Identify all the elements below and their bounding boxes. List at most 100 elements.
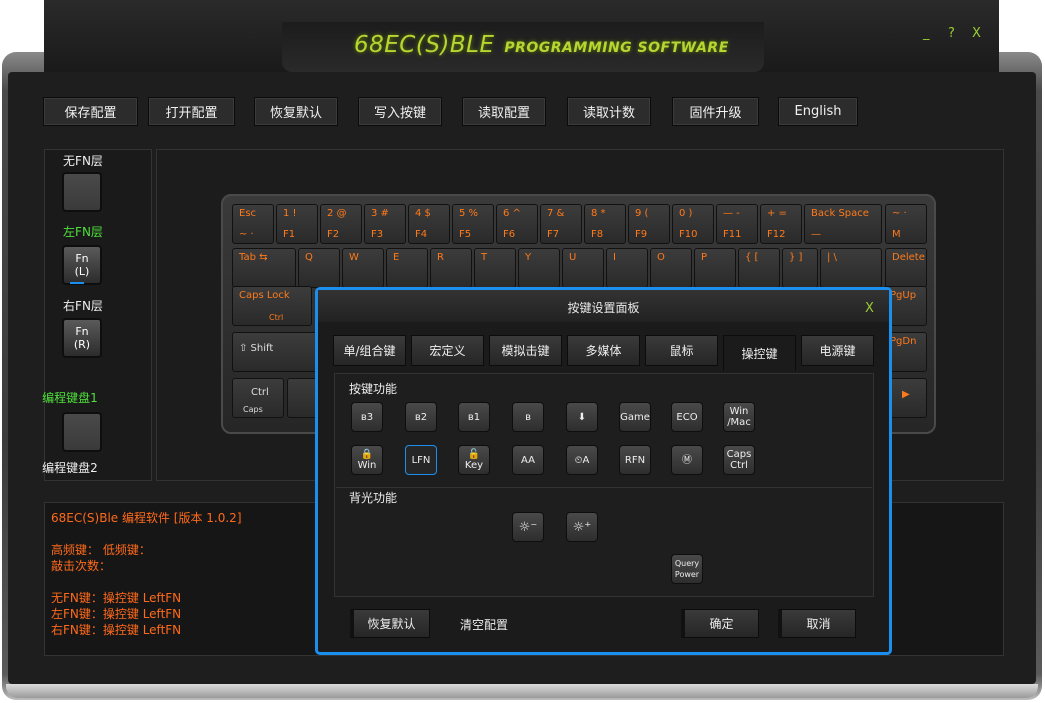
save-config-button[interactable]: 保存配置 — [43, 97, 138, 126]
key-label: Q — [305, 252, 313, 263]
row2-key-9[interactable]: O — [650, 248, 692, 288]
row1-key-10[interactable]: 0 ) F10 — [672, 204, 714, 244]
row1-key-12[interactable]: + = F12 — [760, 204, 802, 244]
key-label: 3 # — [371, 208, 389, 219]
ok-button[interactable]: 确定 — [681, 609, 759, 638]
right-fn-layer-key[interactable]: Fn (R) — [62, 318, 102, 358]
help-button[interactable]: ? — [948, 26, 955, 41]
caps-ctrl-icon[interactable]: Caps Ctrl — [723, 445, 755, 475]
key-sublabel: F5 — [459, 229, 472, 240]
row2-key-5[interactable]: T — [474, 248, 516, 288]
row1-key-9[interactable]: 9 (F9 — [628, 204, 670, 244]
right-fn-key-label: Fn — [75, 325, 89, 338]
row1-key-3[interactable]: 3 # F3 — [364, 204, 406, 244]
key-pgup-label: PgUp — [890, 290, 917, 301]
backlight-down-button[interactable]: ☼⁻ — [512, 512, 544, 542]
restore-default-button[interactable]: 恢复默认 — [254, 97, 338, 126]
row1-key-6[interactable]: 6 ^ F6 — [496, 204, 538, 244]
win-mac-icon[interactable]: Win /Mac — [723, 402, 755, 432]
key-ctrl[interactable]: Ctrl Caps — [232, 378, 284, 418]
no-fn-key-text: 无FN键：操控键 LeftFN — [51, 591, 182, 605]
key-caps-sub: Ctrl — [269, 313, 284, 322]
row1-key-7[interactable]: 7 & F7 — [540, 204, 582, 244]
row2-key-6[interactable]: Y — [518, 248, 560, 288]
lock-key-icon[interactable]: 🔓Key — [458, 445, 490, 475]
row1-key-14[interactable]: ~ · M — [885, 204, 927, 244]
key-label: 0 ) — [679, 208, 693, 219]
key-caps-lock[interactable]: Caps Lock Ctrl — [232, 286, 312, 326]
read-config-button[interactable]: 读取配置 — [462, 97, 546, 126]
tab-mouse[interactable]: 鼠标 — [645, 335, 718, 366]
tab-macro[interactable]: 宏定义 — [411, 335, 484, 366]
row2-key-12[interactable]: } ] — [782, 248, 818, 288]
row1-key-4[interactable]: 4 $ F4 — [408, 204, 450, 244]
read-count-button[interactable]: 读取计数 — [567, 97, 651, 126]
active-layer-indicator — [70, 282, 84, 284]
lock-win-icon[interactable]: 🔒Win — [351, 445, 383, 475]
row2-key-7[interactable]: U — [562, 248, 604, 288]
key-shift[interactable]: ⇧ Shift — [232, 332, 328, 372]
restore-default-dialog-button[interactable]: 恢复默认 — [350, 609, 430, 638]
row1-key-5[interactable]: 5 % F5 — [452, 204, 494, 244]
bt1-icon[interactable]: ʙ1 — [458, 402, 490, 432]
no-fn-layer-label: 无FN层 — [63, 154, 103, 168]
tab-multimedia[interactable]: 多媒体 — [567, 335, 640, 366]
font-a-icon[interactable]: AA — [512, 445, 544, 475]
row1-key-13[interactable]: Back Space — — [804, 204, 882, 244]
game-icon[interactable]: Game — [619, 402, 651, 432]
write-keys-button[interactable]: 写入按键 — [358, 97, 442, 126]
clear-config-button[interactable]: 清空配置 — [460, 616, 508, 633]
key-label: O — [657, 252, 665, 263]
query-power-button[interactable]: Query Power — [671, 554, 703, 584]
row2-key-2[interactable]: W — [342, 248, 384, 288]
key-label: I — [613, 252, 616, 263]
row1-key-2[interactable]: 2 @ F2 — [320, 204, 362, 244]
key-label: { [ — [745, 252, 759, 263]
minimize-button[interactable]: _ — [923, 26, 930, 41]
eco-icon[interactable]: ECO — [671, 402, 703, 432]
english-button[interactable]: English — [778, 97, 858, 126]
row1-key-0[interactable]: Esc ~ · — [232, 204, 274, 244]
section-divider — [336, 487, 872, 488]
window-frame-bottom — [6, 684, 1038, 698]
cancel-button[interactable]: 取消 — [778, 609, 856, 638]
key-sublabel: M — [892, 229, 901, 240]
row2-key-8[interactable]: I — [606, 248, 648, 288]
tab-simulate-keystroke[interactable]: 模拟击键 — [489, 335, 562, 366]
no-fn-layer-key[interactable] — [62, 172, 102, 212]
m-icon[interactable]: Ⓜ — [671, 445, 703, 475]
key-label: | \ — [827, 252, 837, 263]
tab-power-keys[interactable]: 电源键 — [801, 335, 874, 366]
left-fn-layer-key[interactable]: Fn (L) — [62, 245, 102, 285]
key-label: 8 * — [591, 208, 606, 219]
firmware-upgrade-button[interactable]: 固件升级 — [672, 97, 759, 126]
backlight-up-button[interactable]: ☼⁺ — [566, 512, 598, 542]
row1-key-8[interactable]: 8 * F8 — [584, 204, 626, 244]
row1-key-1[interactable]: 1 ! F1 — [276, 204, 318, 244]
program-keyboard-toggle[interactable] — [62, 412, 102, 452]
open-config-button[interactable]: 打开配置 — [148, 97, 235, 126]
dialog-close-button[interactable]: X — [865, 301, 874, 316]
bt2-icon[interactable]: ʙ2 — [405, 402, 437, 432]
row2-key-13[interactable]: | \ — [820, 248, 882, 288]
tab-control-keys[interactable]: 操控键 — [723, 335, 796, 371]
row2-key-4[interactable]: R — [430, 248, 472, 288]
left-fn-key-label: Fn — [75, 252, 89, 265]
row2-key-11[interactable]: { [ — [738, 248, 780, 288]
row2-key-1[interactable]: Q — [298, 248, 340, 288]
rfn-icon[interactable]: RFN — [619, 445, 651, 475]
bt-pair-icon[interactable]: ʙ — [512, 402, 544, 432]
left-fn-key-sub: (L) — [74, 265, 90, 278]
bt3-icon[interactable]: ʙ3 — [351, 402, 383, 432]
lfn-icon[interactable]: LFN — [405, 445, 437, 475]
download-icon[interactable]: ⬇ — [566, 402, 598, 432]
clock-a-icon[interactable]: ⏲A — [566, 445, 598, 475]
row2-key-10[interactable]: P — [694, 248, 736, 288]
tab-single-combo[interactable]: 单/组合键 — [333, 335, 406, 366]
key-label: 7 & — [547, 208, 565, 219]
row1-key-11[interactable]: — - F11 — [716, 204, 758, 244]
row2-key-3[interactable]: E — [386, 248, 428, 288]
close-button[interactable]: X — [972, 26, 981, 41]
row2-key-0[interactable]: Tab ⇆ — [232, 248, 296, 288]
row2-key-14[interactable]: Delete — [885, 248, 927, 288]
